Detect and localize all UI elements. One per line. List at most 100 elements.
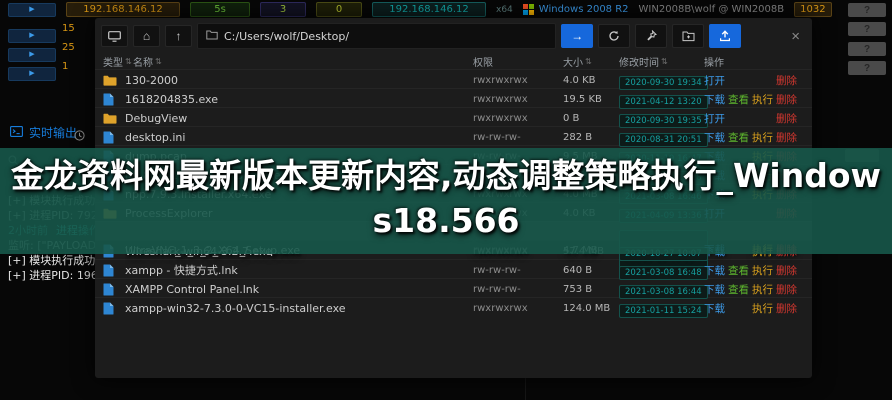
file-size: 282 B (563, 132, 619, 143)
file-operations: 下载查看执行删除 (704, 130, 796, 145)
up-directory-button[interactable]: ↑ (165, 25, 192, 47)
op-view-link[interactable]: 查看 (728, 92, 749, 107)
op-del-link[interactable]: 删除 (776, 92, 797, 107)
op-open-link[interactable]: 打开 (704, 111, 725, 126)
table-row[interactable]: xampp - 快捷方式.lnkrw-rw-rw-640 B2021-03-08… (95, 259, 812, 278)
help-button[interactable]: ? (848, 3, 886, 17)
host-play-button[interactable]: ▶ (8, 67, 56, 81)
help-button[interactable]: ? (848, 61, 886, 75)
host-row-partial: ▶25 (8, 41, 56, 56)
upload-button[interactable] (709, 24, 741, 48)
op-empty (728, 301, 749, 316)
pin-button[interactable] (635, 24, 667, 48)
background-divider (525, 378, 526, 400)
tab-realtime-output-label: 实时输出 (29, 124, 77, 141)
file-permissions: rwxrwxrwx (473, 75, 563, 86)
file-permissions: rw-rw-rw- (473, 265, 563, 276)
op-del-link[interactable]: 删除 (776, 111, 797, 126)
file-mtime-badge: 2021-01-11 15:24 (619, 304, 708, 318)
file-icon (103, 264, 125, 277)
console-text: [+] 模块执行成功 (8, 254, 95, 267)
refresh-button[interactable] (598, 24, 630, 48)
op-exec-link[interactable]: 执行 (752, 263, 773, 278)
path-input[interactable]: C:/Users/wolf/Desktop/ (197, 23, 556, 49)
file-name: 130-2000 (125, 74, 473, 87)
file-size: 19.5 KB (563, 94, 619, 105)
op-view-link[interactable]: 查看 (728, 282, 749, 297)
op-view-link[interactable]: 查看 (728, 130, 749, 145)
table-row[interactable]: xampp-win32-7.3.0-0-VC15-installer.exerw… (95, 297, 812, 316)
op-exec-link[interactable]: 执行 (752, 92, 773, 107)
column-header-mtime[interactable]: 修改时间⇅ (619, 54, 704, 69)
host-count-badge: 3 (260, 2, 306, 17)
folder-icon (103, 113, 125, 124)
op-del-link[interactable]: 删除 (776, 282, 797, 297)
column-header-size[interactable]: 大小⇅ (563, 54, 619, 69)
host-bar: ▶ 192.168.146.12 5s 3 0 192.168.146.12 x… (8, 2, 832, 17)
host-arch-label: x64 (496, 5, 513, 15)
help-button[interactable]: ? (848, 22, 886, 36)
table-row[interactable]: XAMPP Control Panel.lnkrw-rw-rw-753 B202… (95, 278, 812, 297)
file-name: DebugView (125, 112, 473, 125)
column-header-name[interactable]: 名称⇅ (133, 54, 473, 69)
app-root: ▶ 192.168.146.12 5s 3 0 192.168.146.12 x… (0, 0, 892, 400)
sort-icon: ⇅ (585, 57, 592, 66)
host-play-button[interactable]: ▶ (8, 3, 56, 17)
host-row-number: 25 (62, 42, 75, 53)
close-icon[interactable]: × (791, 28, 800, 45)
file-mtime-badge: 2021-03-08 16:44 (619, 285, 708, 299)
column-header-type[interactable]: 类型⇅ (103, 54, 133, 69)
host-ping-badge: 5s (190, 2, 250, 17)
file-size: 124.0 MB (563, 303, 619, 314)
host-count2-badge: 0 (316, 2, 362, 17)
op-download-link[interactable]: 下载 (704, 282, 725, 297)
folder-icon (206, 30, 218, 43)
op-exec-link[interactable]: 执行 (752, 130, 773, 145)
op-del-link[interactable]: 删除 (776, 301, 797, 316)
op-view-link[interactable]: 查看 (728, 263, 749, 278)
op-exec-link[interactable]: 执行 (752, 301, 773, 316)
headline-line1: 金龙资料网最新版本更新内容,动态调整策略执行_Window (0, 153, 892, 198)
file-size: 640 B (563, 265, 619, 276)
clock-icon[interactable] (74, 126, 85, 145)
help-button[interactable]: ? (848, 42, 886, 56)
file-mtime: 2021-04-12 13:20 (619, 89, 708, 109)
file-size: 753 B (563, 284, 619, 295)
op-exec-link[interactable]: 执行 (752, 282, 773, 297)
op-download-link[interactable]: 下载 (704, 92, 725, 107)
file-mtime: 2021-03-08 16:44 (619, 279, 708, 299)
file-operations: 下载查看执行删除 (704, 282, 796, 297)
host-row-number: 15 (62, 23, 75, 34)
windows-logo-icon (523, 4, 534, 15)
op-empty (752, 73, 773, 88)
file-size: 4.0 KB (563, 75, 619, 86)
table-row[interactable]: DebugViewrwxrwxrwx0 B2020-09-30 19:35打开删… (95, 107, 812, 126)
op-download-link[interactable]: 下载 (704, 263, 725, 278)
file-mtime: 2020-09-30 19:35 (619, 108, 708, 128)
file-mtime-badge: 2021-04-12 13:20 (619, 95, 708, 109)
monitor-icon[interactable] (101, 25, 128, 47)
table-row[interactable]: desktop.inirw-rw-rw-282 B2020-08-31 20:5… (95, 126, 812, 145)
home-button[interactable]: ⌂ (133, 25, 160, 47)
table-row[interactable]: 130-2000rwxrwxrwx4.0 KB2020-09-30 19:34打… (95, 69, 812, 88)
terminal-icon (10, 126, 23, 140)
op-open-link[interactable]: 打开 (704, 73, 725, 88)
op-del-link[interactable]: 删除 (776, 73, 797, 88)
op-empty (728, 111, 749, 126)
op-download-link[interactable]: 下载 (704, 130, 725, 145)
new-folder-button[interactable] (672, 24, 704, 48)
op-del-link[interactable]: 删除 (776, 263, 797, 278)
op-download-link[interactable]: 下载 (704, 301, 725, 316)
sort-icon: ⇅ (661, 57, 668, 66)
tab-realtime-output[interactable]: 实时输出 (10, 124, 77, 141)
host-os-label: Windows 2008 R2 (523, 4, 629, 15)
table-row[interactable]: 1618204835.exerwxrwxrwx19.5 KB2021-04-12… (95, 88, 812, 107)
go-button[interactable]: → (561, 24, 593, 48)
file-permissions: rwxrwxrwx (473, 94, 563, 105)
op-del-link[interactable]: 删除 (776, 130, 797, 145)
file-operations: 打开 删除 (704, 73, 796, 88)
file-name: desktop.ini (125, 131, 473, 144)
sort-icon: ⇅ (125, 57, 132, 66)
file-permissions: rwxrwxrwx (473, 303, 563, 314)
file-icon (103, 131, 125, 144)
